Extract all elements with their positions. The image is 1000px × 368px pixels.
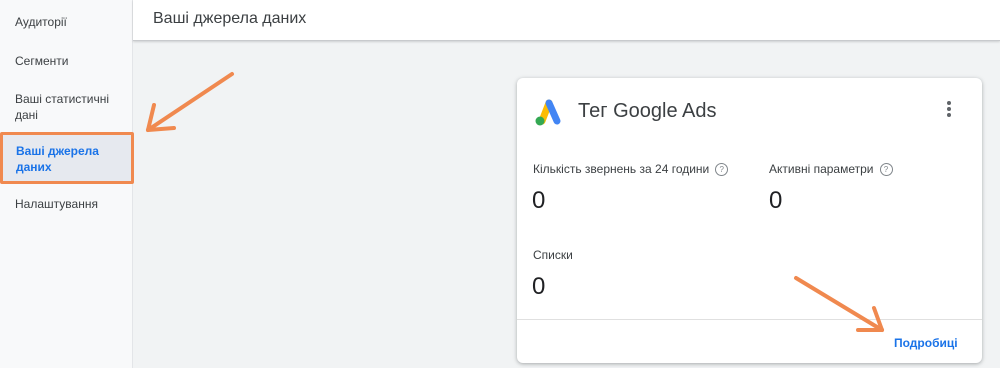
metric-lists-value: 0	[532, 273, 546, 300]
annotation-arrow-icon	[146, 72, 234, 132]
sidebar-item-data-sources-label: Ваші джерела даних	[16, 144, 99, 174]
metric-hits-label: Кількість звернень за 24 години ?	[533, 162, 729, 176]
card-title: Тег Google Ads	[578, 100, 717, 122]
card-divider	[517, 319, 982, 320]
metric-lists-label-text: Списки	[533, 248, 573, 262]
help-icon[interactable]: ?	[715, 162, 729, 176]
metric-active-params-value: 0	[769, 187, 783, 214]
sidebar-item-segments[interactable]: Сегменти	[15, 53, 127, 69]
help-icon[interactable]: ?	[879, 162, 893, 176]
sidebar-item-audiences[interactable]: Аудиторії	[15, 14, 127, 30]
metric-active-params-label: Активні параметри ?	[769, 162, 893, 176]
sidebar-item-data-sources[interactable]: Ваші джерела даних	[0, 132, 134, 184]
page-title: Ваші джерела даних	[153, 10, 307, 27]
page-header: Ваші джерела даних	[133, 0, 1000, 41]
metric-lists-label: Списки	[533, 248, 573, 262]
metric-active-params-label-text: Активні параметри	[769, 162, 874, 176]
sidebar-item-settings[interactable]: Налаштування	[15, 196, 127, 212]
sidebar-item-insights[interactable]: Ваші статистичні дані	[15, 91, 127, 123]
sidebar: Аудиторії Сегменти Ваші статистичні дані…	[0, 0, 134, 368]
google-ads-logo-icon	[535, 99, 561, 126]
more-vert-icon[interactable]	[941, 100, 957, 120]
data-source-card: Тег Google Ads Кількість звернень за 24 …	[517, 78, 982, 363]
metric-hits-label-text: Кількість звернень за 24 години	[533, 162, 710, 176]
metric-hits-value: 0	[532, 187, 546, 214]
details-link[interactable]: Подробиці	[894, 336, 958, 350]
annotation-arrow-icon	[794, 276, 884, 332]
